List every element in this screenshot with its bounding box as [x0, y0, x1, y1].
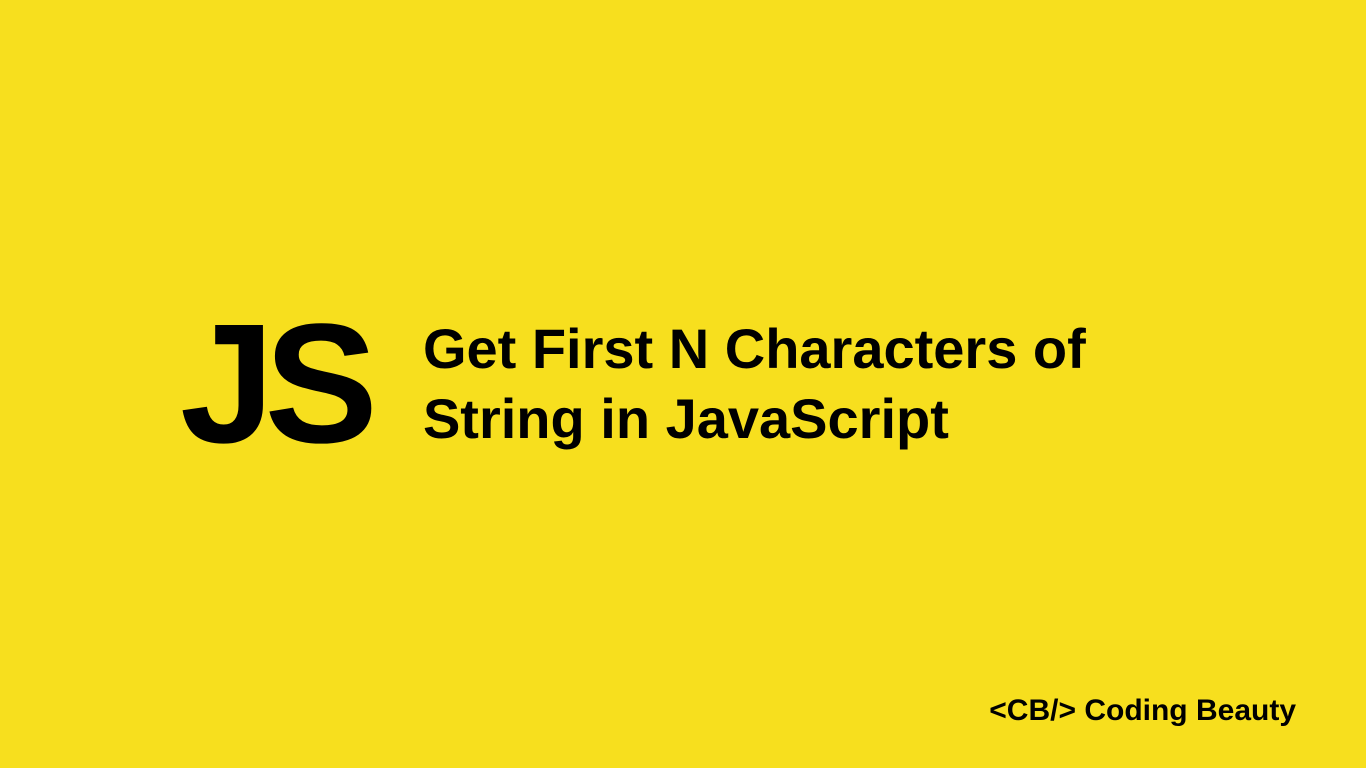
title-line-1: Get First N Characters of	[423, 314, 1086, 384]
title-line-2: String in JavaScript	[423, 384, 1086, 454]
article-title: Get First N Characters of String in Java…	[423, 314, 1086, 454]
brand-tag: <CB/>	[989, 694, 1076, 727]
js-logo: JS	[180, 299, 368, 469]
brand-name: Coding Beauty	[1084, 694, 1296, 727]
footer-branding: <CB/> Coding Beauty	[989, 694, 1296, 728]
main-content: JS Get First N Characters of String in J…	[0, 299, 1366, 469]
